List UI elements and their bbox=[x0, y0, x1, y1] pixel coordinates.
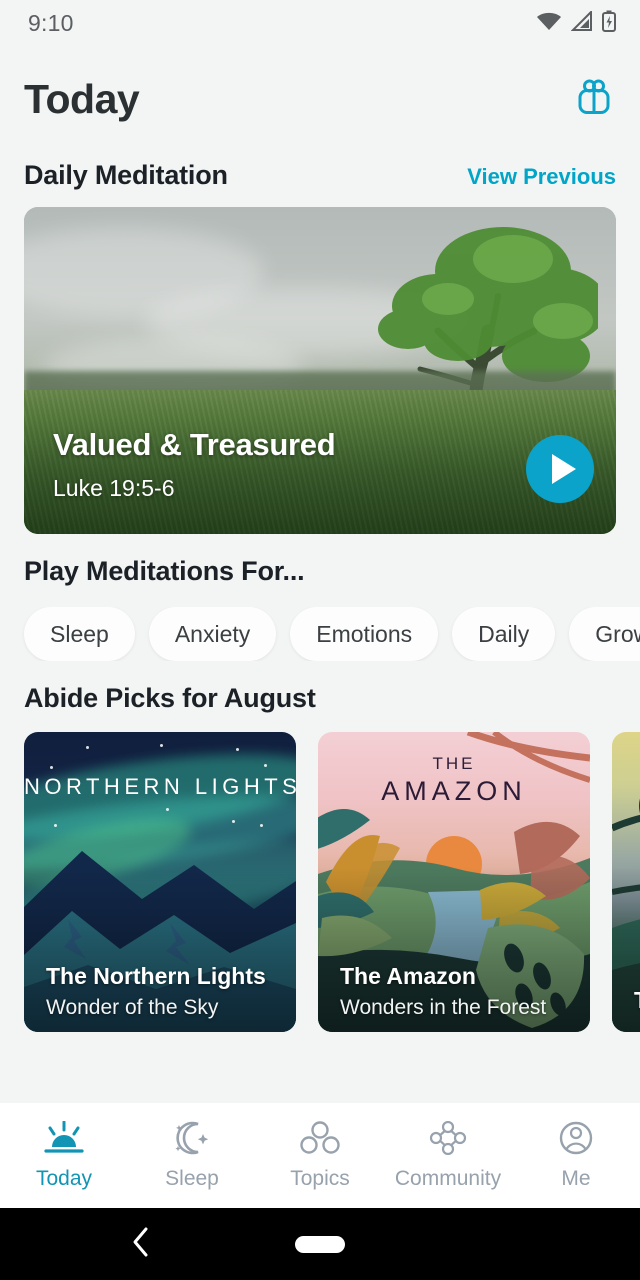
star bbox=[54, 824, 57, 827]
nav-label-today: Today bbox=[35, 1166, 93, 1190]
chip-anxiety[interactable]: Anxiety bbox=[148, 607, 277, 661]
pick-card-northern-lights[interactable]: NORTHERN LIGHTS The Northern Lights Wond… bbox=[24, 732, 296, 1032]
nav-item-topics[interactable]: Topics bbox=[256, 1120, 384, 1191]
battery-charging-icon bbox=[602, 10, 616, 37]
pick-subtitle: Wonders in the Forest bbox=[340, 996, 547, 1019]
pick-title: The Amazon bbox=[340, 962, 476, 989]
hero-scripture-reference: Luke 19:5-6 bbox=[53, 475, 175, 501]
star bbox=[160, 744, 163, 747]
nav-label-community: Community bbox=[394, 1166, 502, 1190]
pick-card-amazon[interactable]: THE AMAZON The Amazon Wonders in the For… bbox=[318, 732, 590, 1032]
status-time: 9:10 bbox=[28, 9, 74, 36]
play-icon bbox=[551, 454, 576, 484]
app-header: Today bbox=[0, 60, 640, 138]
star bbox=[260, 824, 263, 827]
abide-picks-header: Abide Picks for August bbox=[0, 683, 640, 714]
chip-emotions[interactable]: Emotions bbox=[290, 607, 439, 661]
nav-item-me[interactable]: Me bbox=[512, 1121, 640, 1191]
daily-meditation-header: Daily Meditation View Previous bbox=[0, 160, 640, 191]
meditation-category-chips[interactable]: Sleep Anxiety Emotions Daily Grow Sp bbox=[0, 607, 640, 661]
pick-card-third[interactable]: T bbox=[612, 732, 640, 1032]
play-button[interactable] bbox=[526, 435, 594, 503]
section-title-play-meditations: Play Meditations For... bbox=[24, 556, 305, 586]
page-title: Today bbox=[24, 75, 140, 122]
bottom-navigation: Today Sleep Topics Community Me bbox=[0, 1103, 640, 1208]
view-previous-link[interactable]: View Previous bbox=[467, 164, 616, 190]
play-meditations-header: Play Meditations For... bbox=[0, 556, 640, 587]
section-title-daily-meditation: Daily Meditation bbox=[24, 160, 228, 190]
gift-icon bbox=[575, 78, 613, 121]
star bbox=[86, 746, 89, 749]
hero-text-group: Valued & Treasured Luke 19:5-6 bbox=[53, 427, 336, 502]
android-navigation-bar bbox=[0, 1208, 640, 1280]
chip-sleep[interactable]: Sleep bbox=[24, 607, 135, 661]
nav-item-today[interactable]: Today bbox=[0, 1120, 128, 1191]
pick-text-group: The Amazon Wonders in the Forest bbox=[340, 963, 574, 1020]
pick-subtitle: Wonder of the Sky bbox=[46, 996, 219, 1019]
gift-button[interactable] bbox=[572, 77, 616, 121]
cellular-signal-icon bbox=[570, 9, 593, 36]
pick-title: The Northern Lights bbox=[46, 962, 266, 989]
abide-picks-carousel[interactable]: NORTHERN LIGHTS The Northern Lights Wond… bbox=[0, 732, 640, 1032]
chip-daily[interactable]: Daily bbox=[452, 607, 556, 661]
northern-lights-art-label: NORTHERN LIGHTS bbox=[24, 774, 296, 799]
pick-text-group: T bbox=[634, 987, 640, 1020]
community-diamond-icon bbox=[426, 1120, 470, 1160]
pick-title: T bbox=[634, 987, 640, 1014]
app-screen: 9:10 Today Daily Meditation View Previou… bbox=[0, 0, 640, 1280]
nav-item-sleep[interactable]: Sleep bbox=[128, 1121, 256, 1191]
star bbox=[232, 820, 235, 823]
star bbox=[264, 764, 267, 767]
status-icon-group bbox=[536, 9, 616, 37]
star bbox=[236, 748, 239, 751]
pick-text-group: The Northern Lights Wonder of the Sky bbox=[46, 963, 280, 1020]
moon-stars-icon bbox=[170, 1121, 214, 1160]
hero-title: Valued & Treasured bbox=[53, 427, 336, 462]
nav-label-topics: Topics bbox=[290, 1166, 350, 1190]
three-circles-icon bbox=[298, 1120, 342, 1160]
star bbox=[166, 808, 169, 811]
back-chevron-icon[interactable] bbox=[130, 1226, 152, 1263]
wifi-icon bbox=[536, 11, 562, 36]
person-circle-icon bbox=[554, 1121, 598, 1160]
nav-item-community[interactable]: Community bbox=[384, 1120, 512, 1191]
chip-grow-spiritually[interactable]: Grow Sp bbox=[569, 607, 640, 661]
star bbox=[50, 766, 53, 769]
daily-meditation-card[interactable]: Valued & Treasured Luke 19:5-6 bbox=[24, 207, 616, 534]
status-bar: 9:10 bbox=[0, 0, 640, 46]
section-title-abide-picks: Abide Picks for August bbox=[24, 683, 316, 713]
nav-label-me: Me bbox=[561, 1166, 591, 1190]
nav-label-sleep: Sleep bbox=[165, 1166, 219, 1190]
home-pill-icon[interactable] bbox=[295, 1235, 345, 1253]
sunrise-icon bbox=[42, 1120, 86, 1160]
